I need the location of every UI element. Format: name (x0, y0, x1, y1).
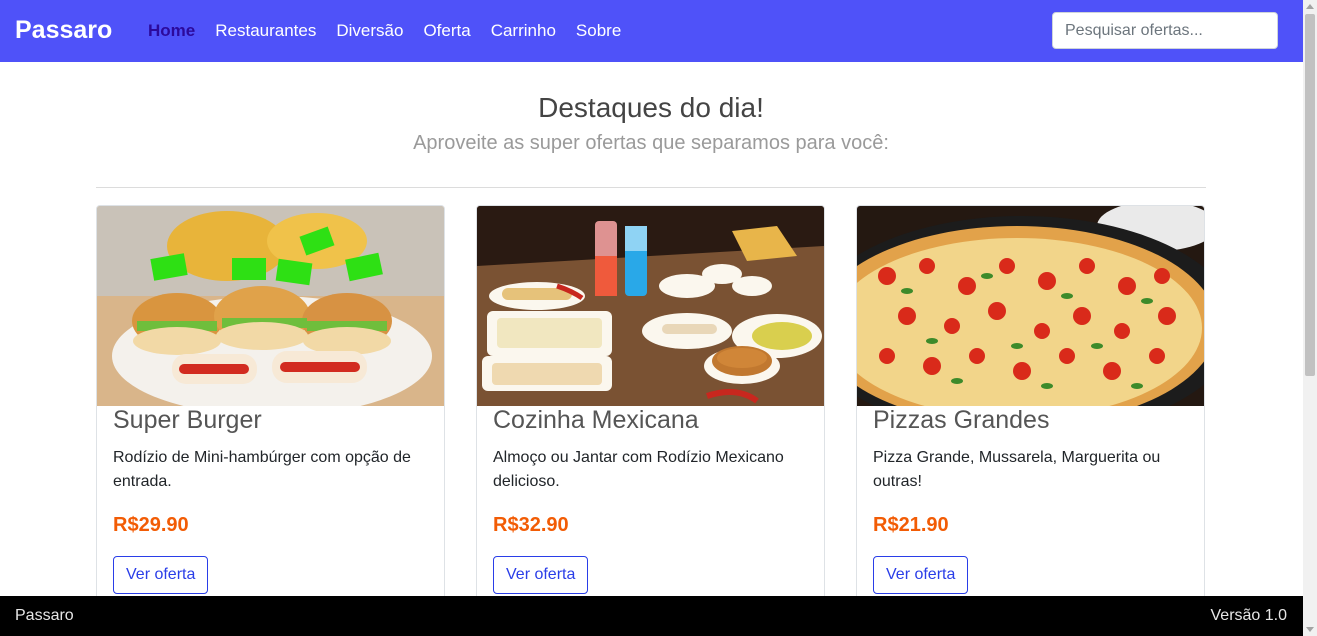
nav-link-diversao[interactable]: Diversão (336, 20, 403, 42)
nav-link-home[interactable]: Home (148, 20, 195, 42)
ver-oferta-button[interactable]: Ver oferta (873, 556, 969, 594)
nav-link-oferta[interactable]: Oferta (423, 20, 470, 42)
offer-card-burger: Super Burger Rodízio de Mini-hambúrger c… (96, 205, 445, 625)
card-title: Super Burger (113, 406, 262, 434)
footer: Passaro Versão 1.0 (0, 596, 1303, 636)
pizza-image (857, 206, 1204, 406)
footer-version: Versão 1.0 (1210, 607, 1288, 624)
ver-oferta-button[interactable]: Ver oferta (113, 556, 209, 594)
card-price: R$21.90 (873, 514, 949, 536)
card-title: Cozinha Mexicana (493, 406, 699, 434)
scroll-down-arrow-icon[interactable] (1306, 627, 1314, 632)
nav-link-carrinho[interactable]: Carrinho (491, 20, 556, 42)
ver-oferta-button[interactable]: Ver oferta (493, 556, 589, 594)
card-description: Pizza Grande, Mussarela, Marguerita ou o… (873, 449, 1161, 490)
hero-section: Destaques do dia! Aproveite as super ofe… (96, 90, 1206, 156)
nav-links: Home Restaurantes Diversão Oferta Carrin… (148, 20, 621, 42)
top-navbar: Passaro Home Restaurantes Diversão Ofert… (0, 0, 1303, 62)
vertical-scrollbar[interactable] (1303, 0, 1317, 636)
page-subtitle: Aproveite as super ofertas que separamos… (413, 132, 889, 154)
card-price: R$32.90 (493, 514, 569, 536)
mexican-food-image (477, 206, 824, 406)
card-description: Almoço ou Jantar com Rodízio Mexicano de… (493, 449, 784, 490)
search-input[interactable] (1052, 12, 1278, 49)
offer-card-pizza: Pizzas Grandes Pizza Grande, Mussarela, … (856, 205, 1205, 625)
card-price: R$29.90 (113, 514, 189, 536)
nav-link-sobre[interactable]: Sobre (576, 20, 621, 42)
nav-link-restaurantes[interactable]: Restaurantes (215, 20, 316, 42)
page-title: Destaques do dia! (538, 92, 764, 123)
scroll-thumb[interactable] (1305, 14, 1315, 376)
divider (96, 187, 1206, 188)
card-description: Rodízio de Mini-hambúrger com opção de e… (113, 449, 411, 490)
card-title: Pizzas Grandes (873, 406, 1050, 434)
brand-logo[interactable]: Passaro (15, 15, 112, 45)
offer-card-mexicana: Cozinha Mexicana Almoço ou Jantar com Ro… (476, 205, 825, 625)
burger-image (97, 206, 444, 406)
scroll-up-arrow-icon[interactable] (1306, 4, 1314, 9)
footer-brand: Passaro (15, 607, 74, 624)
